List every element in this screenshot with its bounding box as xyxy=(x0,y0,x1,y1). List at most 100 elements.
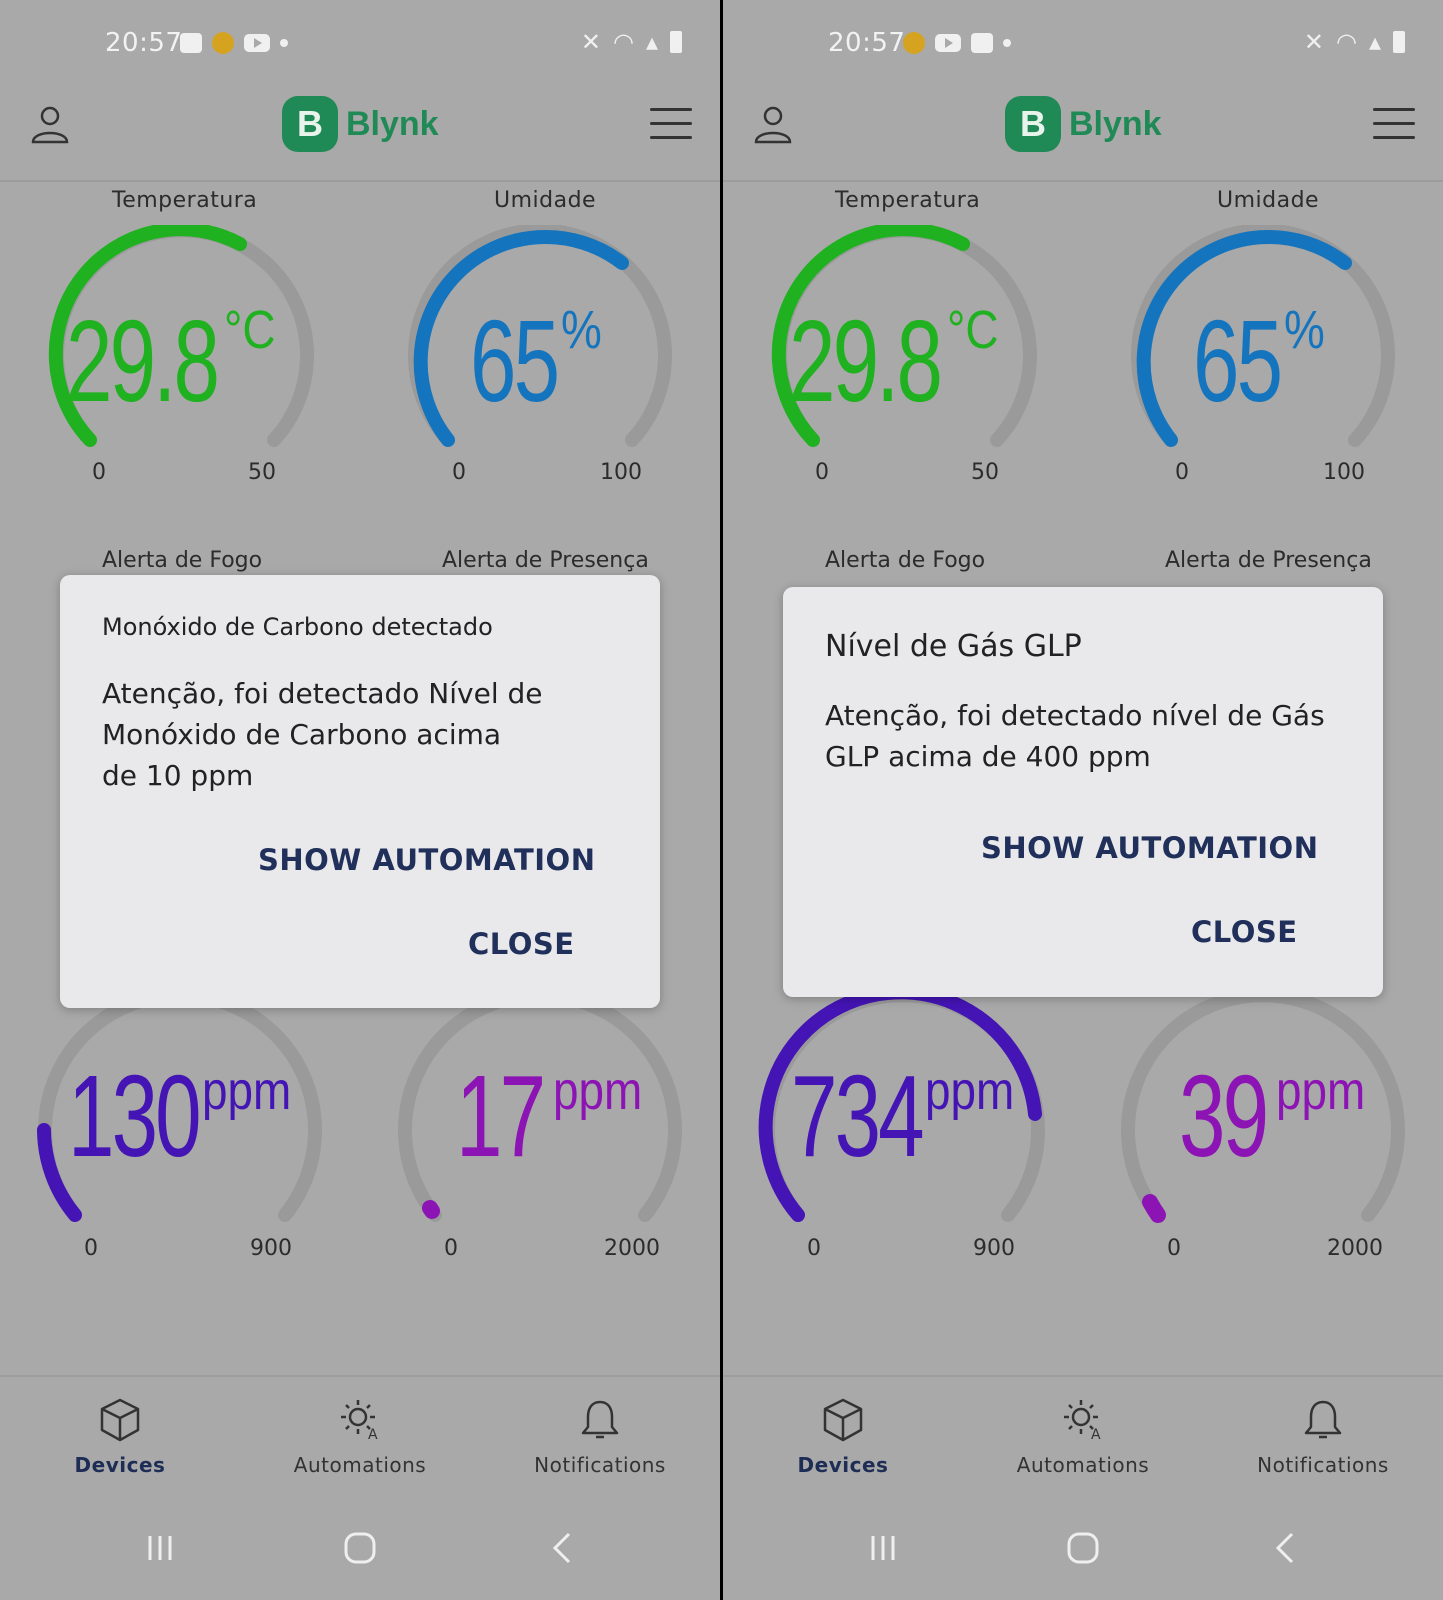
coin-icon xyxy=(212,32,234,54)
temperature-value: 29.8 xyxy=(789,296,943,426)
status-time: 20:57 xyxy=(105,28,183,58)
home-icon[interactable] xyxy=(340,1528,380,1568)
user-profile-icon[interactable] xyxy=(753,104,793,144)
dialog-body-line: Monóxido de Carbono acima xyxy=(102,718,502,751)
phone-screen-right: 20:57 ✕ ◠ ▴ B Blynk Temperatura 29.8 °C … xyxy=(723,0,1443,1600)
blynk-logo: B Blynk xyxy=(1005,96,1162,152)
alert-dialog: Monóxido de Carbono detectado Atenção, f… xyxy=(60,575,660,1008)
gas-unit: ppm xyxy=(553,1061,643,1121)
co-unit: ppm xyxy=(201,1061,291,1121)
nav-devices[interactable]: Devices xyxy=(30,1377,210,1477)
mute-icon: ✕ xyxy=(580,28,601,56)
nav-devices[interactable]: Devices xyxy=(753,1377,933,1477)
signal-icon: ▴ xyxy=(1368,28,1381,56)
status-notification-icons xyxy=(903,32,1011,54)
humidity-max: 100 xyxy=(1323,460,1365,485)
status-bar: 20:57 ✕ ◠ ▴ xyxy=(0,0,720,88)
dialog-title: Monóxido de Carbono detectado xyxy=(102,613,493,641)
gas-unit: ppm xyxy=(1276,1061,1366,1121)
co-min: 0 xyxy=(84,1236,98,1261)
cube-icon xyxy=(100,1398,140,1442)
humidity-unit: % xyxy=(561,300,602,360)
svg-text:A: A xyxy=(1091,1427,1101,1443)
dialog-body: Atenção, foi detectado Nível de Monóxido… xyxy=(102,673,543,796)
dialog-body: Atenção, foi detectado nível de Gás GLP … xyxy=(825,695,1325,777)
alert-dialog: Nível de Gás GLP Atenção, foi detectado … xyxy=(783,587,1383,997)
nav-devices-label: Devices xyxy=(797,1453,889,1477)
recent-apps-icon[interactable] xyxy=(863,1528,903,1568)
bell-icon xyxy=(1304,1400,1342,1439)
cube-icon xyxy=(823,1398,863,1442)
nav-automations-label: Automations xyxy=(1016,1453,1150,1477)
blynk-logo: B Blynk xyxy=(282,96,439,152)
co-gauge: 130ppm xyxy=(30,990,330,1230)
wifi-icon: ◠ xyxy=(613,28,634,56)
mute-icon: ✕ xyxy=(1303,28,1324,56)
nav-notifications[interactable]: Notifications xyxy=(510,1377,690,1477)
nav-automations[interactable]: A Automations xyxy=(993,1377,1173,1477)
temperature-unit: °C xyxy=(223,300,276,360)
recent-apps-icon[interactable] xyxy=(140,1528,180,1568)
presence-alert-label: Alerta de Presença xyxy=(442,548,649,573)
gas-value: 39 xyxy=(1179,1051,1269,1181)
phone-screen-left: 20:57 ✕ ◠ ▴ B Blynk Temperatura 29.8 °C … xyxy=(0,0,720,1600)
co-min: 0 xyxy=(807,1236,821,1261)
back-icon[interactable] xyxy=(543,1528,583,1568)
automation-sun-icon: A xyxy=(341,1400,378,1443)
fire-alert-label: Alerta de Fogo xyxy=(102,548,263,573)
hamburger-menu-icon[interactable] xyxy=(1373,108,1415,140)
temperature-label: Temperatura xyxy=(112,188,258,213)
nav-devices-label: Devices xyxy=(74,1453,166,1477)
logo-text: Blynk xyxy=(1069,104,1162,143)
nav-automations[interactable]: A Automations xyxy=(270,1377,450,1477)
close-button[interactable]: CLOSE xyxy=(468,927,575,961)
temperature-gauge: 29.8 °C xyxy=(765,225,1045,465)
show-automation-button[interactable]: SHOW AUTOMATION xyxy=(258,843,595,877)
temperature-gauge: 29.8 °C xyxy=(42,225,322,465)
user-profile-icon[interactable] xyxy=(30,104,70,144)
system-navigation-bar xyxy=(0,1520,720,1580)
status-system-icons: ✕ ◠ ▴ xyxy=(581,28,682,56)
bottom-navigation: Devices A Automations Notifications xyxy=(0,1375,720,1493)
more-dot-icon xyxy=(280,39,288,47)
automation-sun-icon: A xyxy=(1064,1400,1101,1443)
logo-badge: B xyxy=(282,96,338,152)
presence-alert-label: Alerta de Presença xyxy=(1165,548,1372,573)
dialog-title: Nível de Gás GLP xyxy=(825,629,1082,664)
logo-text: Blynk xyxy=(346,104,439,143)
temperature-min: 0 xyxy=(92,460,106,485)
gas-max: 2000 xyxy=(604,1236,660,1261)
parking-icon xyxy=(971,33,993,53)
back-icon[interactable] xyxy=(1266,1528,1306,1568)
gas-gauge: 39 ppm xyxy=(1113,990,1413,1230)
status-notification-icons xyxy=(180,32,288,54)
home-icon[interactable] xyxy=(1063,1528,1103,1568)
temperature-label: Temperatura xyxy=(835,188,981,213)
humidity-value: 65 xyxy=(1193,296,1283,426)
temperature-unit: °C xyxy=(946,300,999,360)
dialog-body-line: GLP acima de 400 ppm xyxy=(825,740,1151,773)
signal-icon: ▴ xyxy=(645,28,658,56)
status-time: 20:57 xyxy=(828,28,906,58)
humidity-min: 0 xyxy=(452,460,466,485)
co-unit: ppm xyxy=(924,1061,1014,1121)
logo-badge: B xyxy=(1005,96,1061,152)
close-button[interactable]: CLOSE xyxy=(1191,915,1298,949)
temperature-max: 50 xyxy=(971,460,999,485)
hamburger-menu-icon[interactable] xyxy=(650,108,692,140)
co-value: 734 xyxy=(791,1051,925,1181)
app-header: B Blynk xyxy=(0,88,720,182)
youtube-icon xyxy=(935,34,961,52)
gas-min: 0 xyxy=(444,1236,458,1261)
co-value: 130 xyxy=(68,1051,202,1181)
youtube-icon xyxy=(244,34,270,52)
temperature-max: 50 xyxy=(248,460,276,485)
bell-icon xyxy=(581,1400,619,1439)
temperature-value: 29.8 xyxy=(66,296,220,426)
gas-max: 2000 xyxy=(1327,1236,1383,1261)
nav-notifications[interactable]: Notifications xyxy=(1233,1377,1413,1477)
show-automation-button[interactable]: SHOW AUTOMATION xyxy=(981,831,1318,865)
gas-min: 0 xyxy=(1167,1236,1181,1261)
co-max: 900 xyxy=(250,1236,292,1261)
image-icon xyxy=(180,33,202,53)
